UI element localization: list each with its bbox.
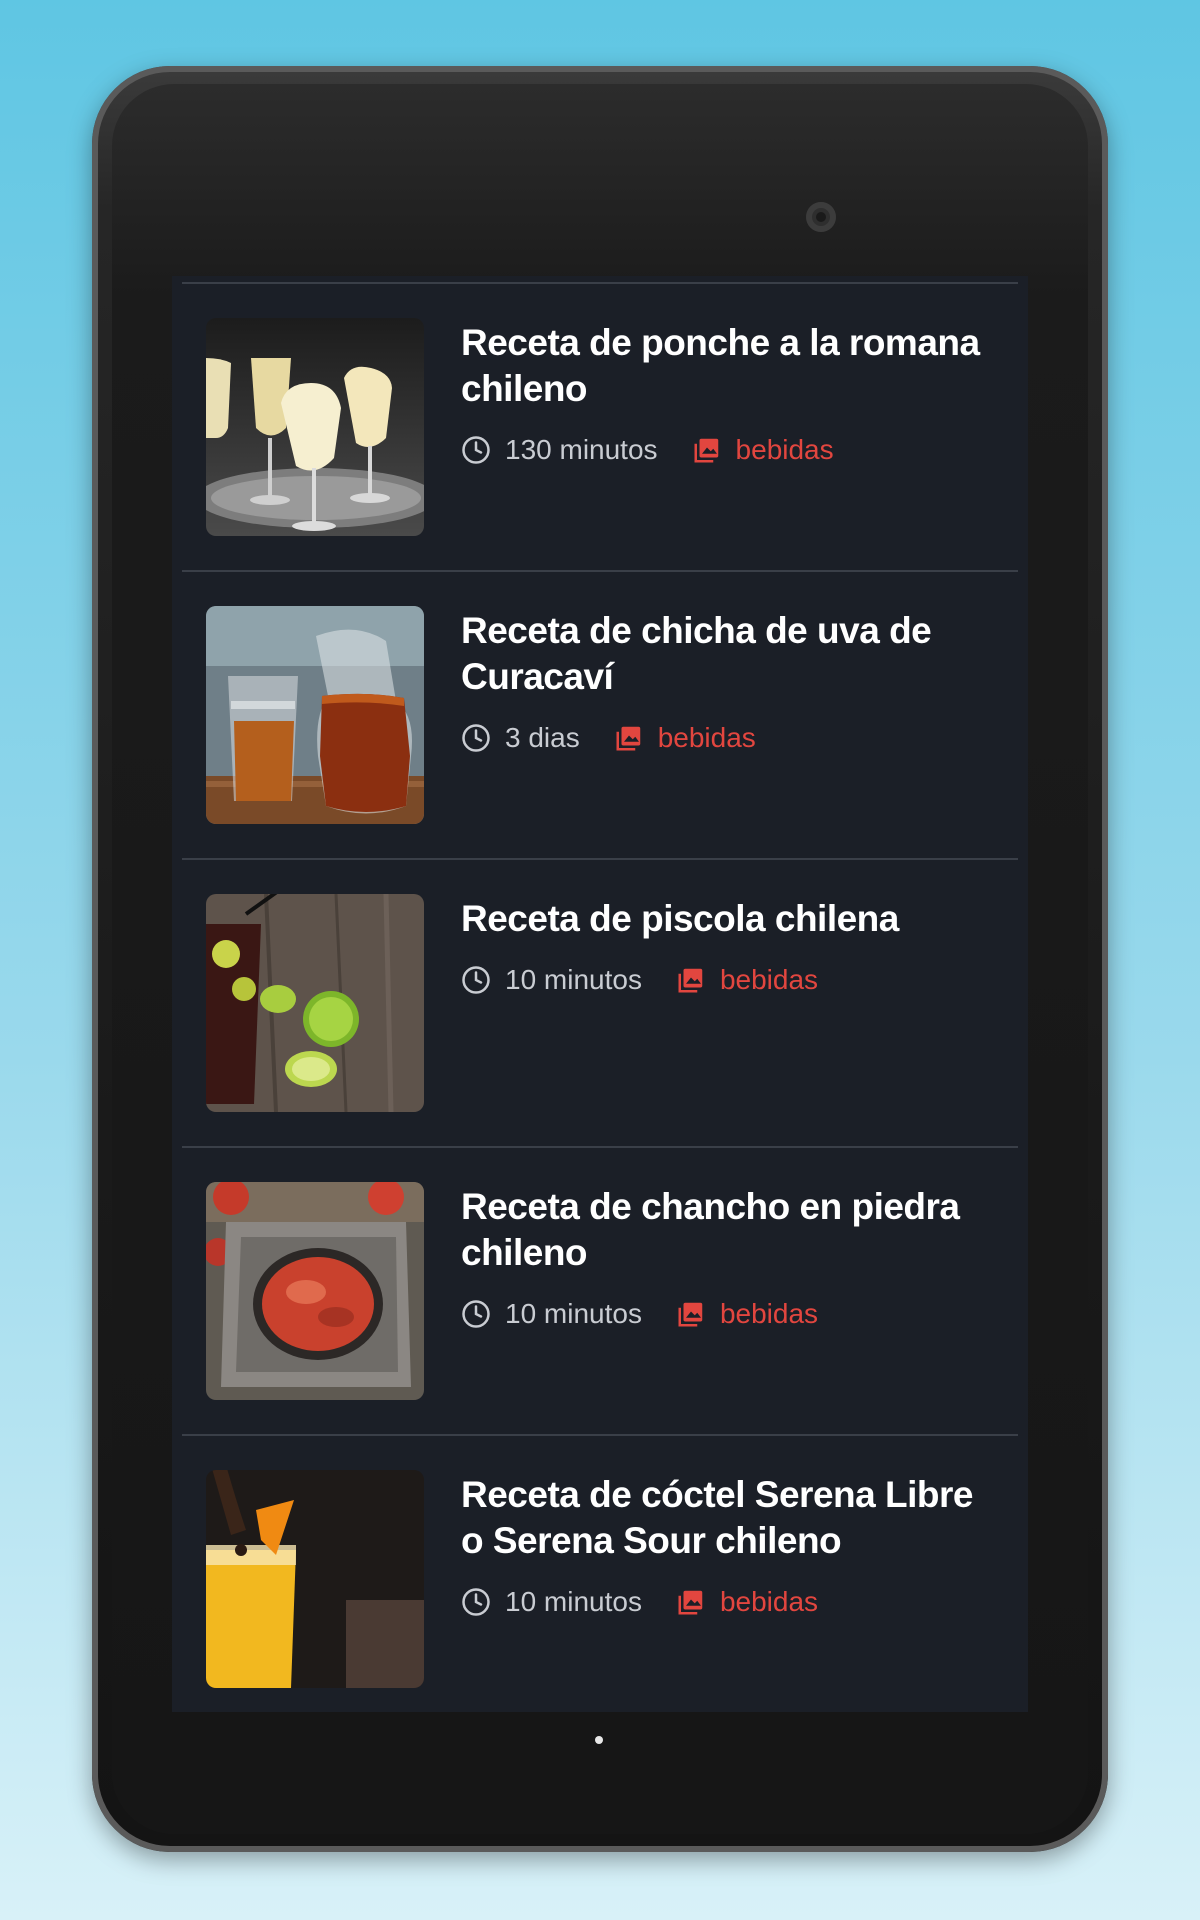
image-icon <box>678 968 703 993</box>
recipe-item[interactable]: Receta de ponche a la romana chileno 130… <box>182 284 1018 572</box>
recipe-item[interactable]: Receta de chicha de uva de Curacaví 3 di… <box>182 572 1018 860</box>
recipe-item[interactable]: Receta de cóctel Serena Libre o Serena S… <box>182 1436 1018 1712</box>
clock-icon <box>462 436 490 464</box>
recipe-title[interactable]: Receta de ponche a la romana chileno <box>461 320 1001 412</box>
recipe-title[interactable]: Receta de cóctel Serena Libre o Serena S… <box>461 1472 1001 1564</box>
recipe-category[interactable]: bebidas <box>720 1586 818 1618</box>
image-icon <box>694 438 718 463</box>
recipe-item[interactable]: Receta de piscola chilena 10 minutos beb… <box>182 860 1018 1148</box>
recipe-meta: 130 minutos bebidas <box>461 434 834 466</box>
recipe-time: 130 minutos <box>505 434 658 465</box>
recipe-category[interactable]: bebidas <box>720 964 818 996</box>
recipe-category[interactable]: bebidas <box>720 1298 818 1330</box>
recipe-item[interactable]: Receta de chancho en piedra chileno 10 m… <box>182 1148 1018 1436</box>
recipe-meta: 10 minutos bebidas <box>461 964 818 996</box>
clock-icon <box>462 724 490 752</box>
recipe-title[interactable]: Receta de chicha de uva de Curacaví <box>461 608 1001 700</box>
image-icon <box>616 726 640 751</box>
recipe-time: 10 minutos <box>505 1298 642 1329</box>
recipe-time: 3 dias <box>505 722 580 753</box>
recipe-time: 10 minutos <box>505 964 642 995</box>
recipe-meta: 3 dias bebidas <box>461 722 756 754</box>
recipe-thumbnail[interactable] <box>206 894 424 1112</box>
recipe-category[interactable]: bebidas <box>658 722 756 754</box>
home-indicator[interactable] <box>595 1736 603 1744</box>
recipe-category[interactable]: bebidas <box>736 434 834 466</box>
clock-icon <box>462 966 490 994</box>
recipe-thumbnail[interactable] <box>206 606 424 824</box>
image-icon <box>678 1590 703 1615</box>
recipe-thumbnail[interactable] <box>206 318 424 536</box>
clock-icon <box>462 1300 490 1328</box>
clock-icon <box>462 1588 490 1616</box>
recipe-meta: 10 minutos bebidas <box>461 1586 818 1618</box>
recipe-title[interactable]: Receta de piscola chilena <box>461 896 1001 942</box>
app-screen: Receta de ponche a la romana chileno 130… <box>172 276 1028 1712</box>
recipe-title[interactable]: Receta de chancho en piedra chileno <box>461 1184 1001 1276</box>
image-icon <box>678 1302 703 1327</box>
recipe-list: Receta de ponche a la romana chileno 130… <box>172 284 1028 1712</box>
recipe-time: 10 minutos <box>505 1586 642 1617</box>
camera-icon <box>806 202 836 232</box>
tablet-frame: Receta de ponche a la romana chileno 130… <box>92 66 1108 1852</box>
recipe-meta: 10 minutos bebidas <box>461 1298 818 1330</box>
recipe-thumbnail[interactable] <box>206 1470 424 1688</box>
recipe-thumbnail[interactable] <box>206 1182 424 1400</box>
